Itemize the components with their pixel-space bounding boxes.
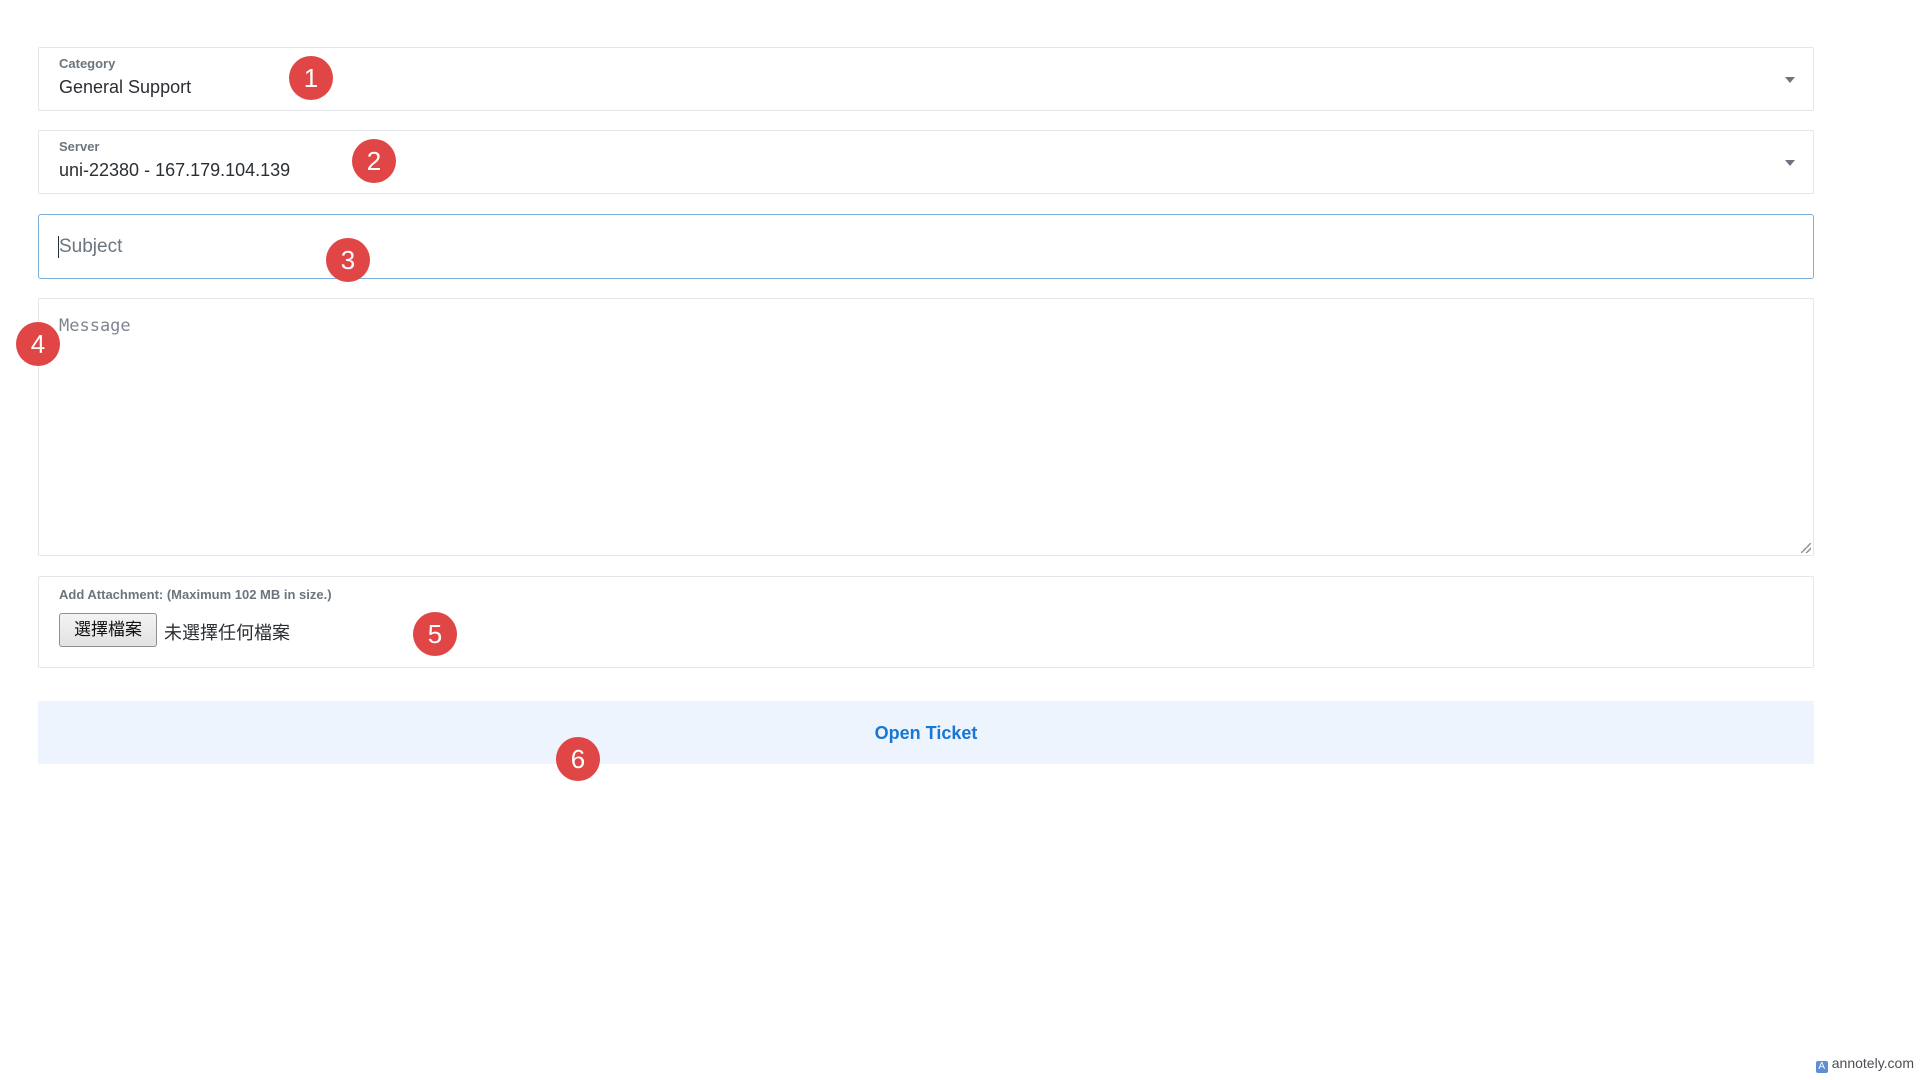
chevron-down-icon bbox=[1785, 160, 1795, 166]
attachment-label: Add Attachment: (Maximum 102 MB in size.… bbox=[59, 587, 332, 602]
message-field bbox=[38, 298, 1814, 556]
server-select[interactable]: Server uni-22380 - 167.179.104.139 bbox=[38, 130, 1814, 194]
annotation-marker-5: 5 bbox=[413, 612, 457, 656]
annotation-marker-2: 2 bbox=[352, 139, 396, 183]
category-value: General Support bbox=[59, 77, 192, 97]
subject-input[interactable] bbox=[57, 215, 1781, 279]
ticket-form-page: Category General Support Server uni-2238… bbox=[0, 0, 1920, 1080]
annotation-marker-3: 3 bbox=[326, 238, 370, 282]
category-label: Category bbox=[59, 56, 116, 71]
annotation-marker-6: 6 bbox=[556, 737, 600, 781]
watermark: Aannotely.com bbox=[1815, 1055, 1914, 1073]
server-value: uni-22380 - 167.179.104.139 bbox=[59, 160, 291, 180]
message-textarea[interactable] bbox=[39, 299, 1813, 555]
resize-handle-icon[interactable] bbox=[1801, 543, 1811, 553]
watermark-text: annotely.com bbox=[1831, 1055, 1914, 1071]
annotely-logo-icon: A bbox=[1815, 1061, 1828, 1073]
open-ticket-button[interactable]: Open Ticket bbox=[38, 701, 1814, 764]
file-status-text: 未選擇任何檔案 bbox=[164, 623, 290, 644]
attachment-field: Add Attachment: (Maximum 102 MB in size.… bbox=[38, 576, 1814, 668]
text-cursor bbox=[58, 236, 59, 258]
annotation-marker-4: 4 bbox=[16, 322, 60, 366]
server-label: Server bbox=[59, 139, 100, 154]
annotation-marker-1: 1 bbox=[289, 56, 333, 100]
chevron-down-icon bbox=[1785, 77, 1795, 83]
subject-field bbox=[38, 214, 1814, 279]
choose-file-button[interactable]: 選擇檔案 bbox=[59, 613, 157, 647]
